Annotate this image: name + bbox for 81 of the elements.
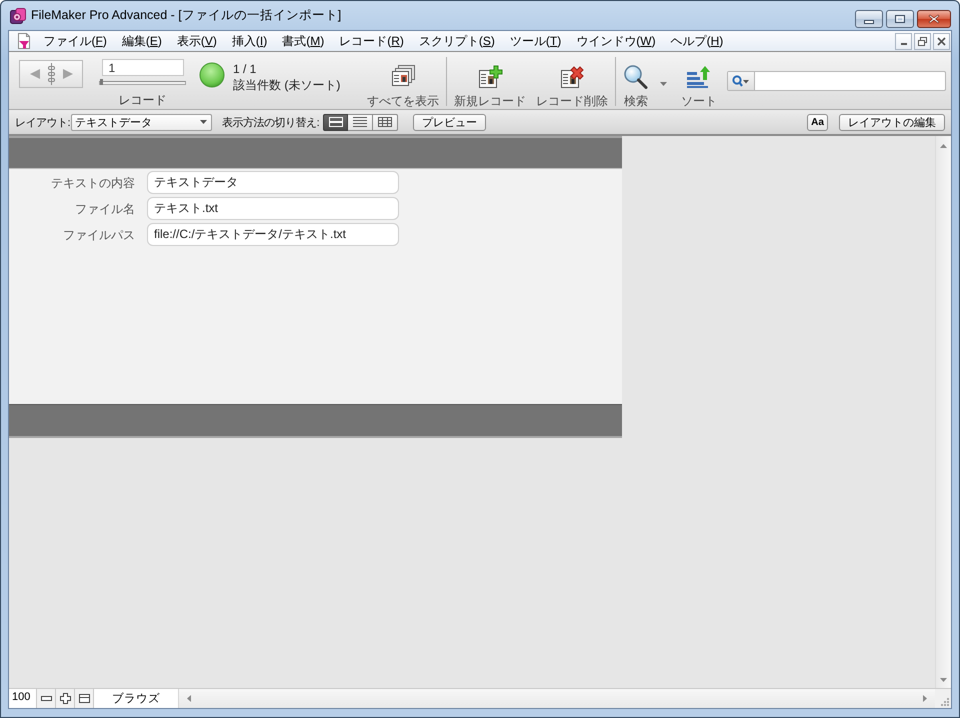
minus-icon [40,696,52,701]
card-plus-icon [477,65,503,89]
close-button[interactable] [933,32,950,50]
search-icon [623,65,649,89]
field-label: ファイルパス [63,227,135,244]
window-title: FileMaker Pro Advanced - [ファイルの一括インポート] [31,7,342,24]
menu-item[interactable]: 書式(M) [274,32,332,50]
text-field[interactable]: テキスト.txt [147,197,399,220]
form-view-icon [328,117,343,127]
restore-button[interactable] [914,32,931,50]
toolbar-button[interactable]: 新規レコード [454,65,526,110]
found-count: 1 / 1 [233,61,256,77]
menu-item[interactable]: レコード(R) [332,32,412,50]
view-mode-button[interactable] [348,114,374,130]
view-mode-button[interactable] [373,114,398,130]
app-icon [10,8,26,24]
record-label: レコード [118,92,166,109]
record-slider[interactable] [99,81,186,85]
menu-item[interactable]: 編集(E) [114,32,170,50]
minimize-button[interactable] [855,10,883,28]
toolbar-button[interactable]: レコード削除 [536,65,608,110]
maximize-button[interactable] [886,10,914,28]
quick-find-field[interactable] [727,71,946,91]
minimize-button[interactable] [895,32,912,50]
plus-icon [60,693,70,704]
close-icon [928,14,940,24]
menu-item[interactable]: 表示(V) [169,32,224,50]
menu-item[interactable]: ウインドウ(W) [568,32,664,50]
edit-layout-button[interactable]: レイアウトの編集 [839,114,945,130]
left-arrow-icon[interactable] [28,68,40,80]
close-icon [937,36,946,46]
sort-icon [686,65,712,89]
restore-icon [918,36,927,46]
toolbar-button[interactable]: すべてを表示 [367,65,439,110]
left-arrow-icon[interactable] [187,695,191,702]
panel-icon [78,693,90,704]
up-arrow-icon[interactable] [940,144,947,148]
preview-button[interactable]: プレビュー [413,114,486,130]
down-arrow-icon[interactable] [940,678,947,682]
menu-item[interactable]: スクリプト(S) [411,32,502,50]
layout-dropdown[interactable]: テキストデータ [71,114,212,130]
search-options-button[interactable] [728,72,755,90]
text-field[interactable]: file://C:/テキストデータ/テキスト.txt [147,223,399,246]
resize-grip-icon[interactable] [940,697,949,706]
horizontal-scrollbar[interactable] [178,689,935,708]
status-circle-icon [199,62,225,88]
toolbar-button[interactable]: 検索 [623,65,649,110]
record-book[interactable] [19,60,83,88]
field-label: ファイル名 [75,201,135,218]
search-icon [732,75,750,87]
minimize-icon [900,43,906,45]
minimize-icon [864,20,874,24]
record-number-field[interactable]: 1 [102,59,184,76]
mode-button[interactable]: ブラウズ [94,689,178,708]
text-field[interactable]: テキストデータ [147,171,399,194]
vertical-scrollbar[interactable] [935,136,951,688]
list-view-icon [353,117,368,127]
toolbar-button[interactable]: ソート [681,65,717,110]
caret-icon[interactable] [660,82,667,86]
stacked-cards-icon [390,65,416,89]
menu-item[interactable]: ヘルプ(H) [663,32,731,50]
menu-item[interactable]: ツール(T) [502,32,569,50]
close-button[interactable] [917,10,951,28]
layout-label: レイアウト: [15,116,70,130]
format-button[interactable]: Aa [807,114,828,130]
caret-icon [200,120,208,124]
document-icon [17,33,31,49]
slider-thumb[interactable] [100,79,103,86]
binding-icon [46,63,56,85]
view-mode-button[interactable] [323,114,348,130]
zoom-level[interactable]: 100 [9,689,37,708]
view-as-label: 表示方法の切り替え: [222,116,320,130]
right-arrow-icon[interactable] [923,695,927,702]
menu-item[interactable]: 挿入(I) [224,32,275,50]
field-label: テキストの内容 [51,175,135,192]
right-arrow-icon[interactable] [62,68,74,80]
maximize-icon [894,14,906,24]
card-cross-icon [559,65,585,89]
table-view-icon [378,117,392,127]
menu-item[interactable]: ファイル(F) [36,32,114,50]
found-status: 該当件数 (未ソート) [233,77,340,93]
